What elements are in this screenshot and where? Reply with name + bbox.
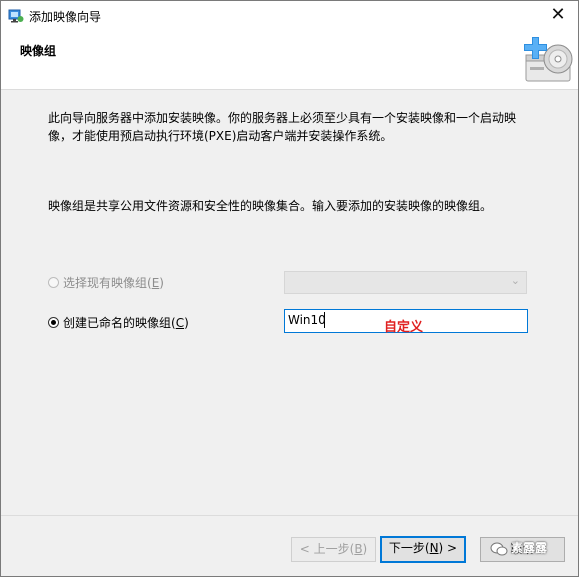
new-group-radio[interactable] — [48, 316, 59, 328]
page-title: 映像组 — [20, 44, 57, 58]
text-caret — [324, 312, 325, 328]
option-new-group[interactable]: 创建已命名的映像组(C) — [48, 312, 189, 332]
title-bar: 添加映像向导 ✕ — [1, 1, 578, 31]
option-existing-group[interactable]: 选择现有映像组(E) — [48, 272, 164, 292]
wizard-header: 映像组 — [1, 31, 578, 90]
wizard-footer: < 上一步(B) 下一步(N) > 取消 素露露 — [1, 515, 578, 576]
back-button[interactable]: < 上一步(B) — [291, 537, 376, 562]
next-button[interactable]: 下一步(N) > — [380, 536, 466, 563]
intro-text: 此向导向服务器中添加安装映像。你的服务器上必须至少具有一个安装映像和一个启动映像… — [48, 111, 517, 143]
watermark-text: 素露露 — [511, 541, 548, 555]
group-description: 映像组是共享公用文件资源和安全性的映像集合。输入要添加的安装映像的映像组。 — [48, 199, 493, 213]
wizard-app-icon — [8, 9, 24, 23]
new-group-label: 创建已命名的映像组(C) — [63, 315, 189, 330]
close-button[interactable]: ✕ — [538, 1, 578, 31]
existing-group-radio[interactable] — [48, 276, 59, 288]
annotation-label: 自定义 — [384, 320, 424, 335]
existing-group-select[interactable]: ⌄ — [284, 271, 527, 294]
add-image-wizard-window: 添加映像向导 ✕ 映像组 此向导向服务器中添加安装映像。你的服务器上必须至少具有… — [0, 0, 579, 577]
wizard-content: 此向导向服务器中添加安装映像。你的服务器上必须至少具有一个安装映像和一个启动映像… — [1, 90, 578, 515]
window-title: 添加映像向导 — [29, 10, 102, 24]
chevron-down-icon: ⌄ — [510, 274, 520, 287]
add-image-disc-icon — [524, 37, 573, 82]
close-icon: ✕ — [550, 4, 566, 25]
existing-group-label: 选择现有映像组(E) — [63, 275, 164, 290]
wechat-watermark-icon — [490, 542, 508, 556]
